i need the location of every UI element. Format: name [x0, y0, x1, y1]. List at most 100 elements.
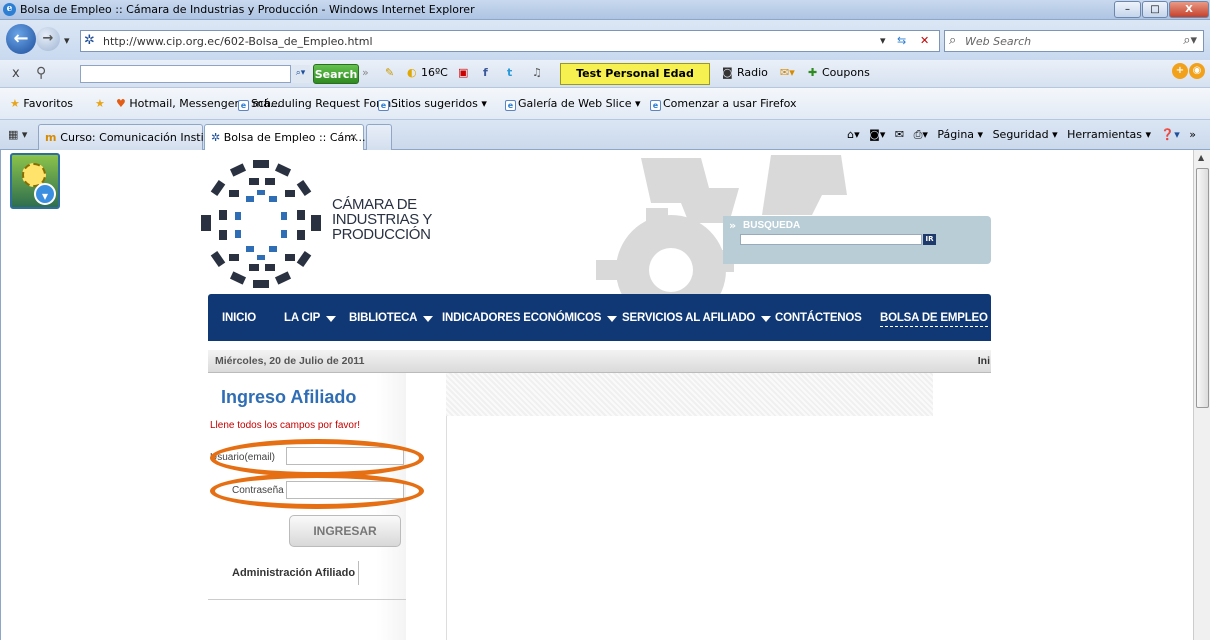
home-icon[interactable]: ⌂▾: [847, 128, 860, 141]
tab-bar: ▦ ▾ m Curso: Comunicación Insti... ✲ Bol…: [0, 120, 1210, 150]
minimize-button[interactable]: –: [1114, 1, 1141, 18]
content-header-strip: [446, 373, 933, 416]
chevron-down-icon: [761, 316, 772, 322]
nav-contactenos[interactable]: CONTÁCTENOS: [775, 312, 862, 324]
back-button[interactable]: ←: [6, 24, 36, 54]
stop-icon[interactable]: ✕: [920, 34, 929, 47]
history-dropdown-icon[interactable]: ▾: [64, 34, 70, 47]
twitter-icon[interactable]: t: [507, 66, 512, 79]
safety-menu[interactable]: Seguridad ▾: [993, 128, 1058, 141]
toolbar-search-dropdown-icon[interactable]: ⌕▾: [290, 65, 310, 83]
tab-curso-icon: m: [45, 131, 61, 144]
coupons-icon: ✚: [808, 66, 818, 79]
quick-tabs-icon[interactable]: ▦ ▾: [8, 128, 27, 141]
login-message: Llene todos los campos por favor!: [210, 420, 361, 431]
nav-biblioteca-label: BIBLIOTECA: [349, 312, 418, 324]
logo-line-2: INDUSTRIAS Y: [332, 211, 432, 228]
maximize-button[interactable]: □: [1142, 1, 1168, 18]
ie-page-icon: e: [238, 100, 249, 111]
browser-window: e Bolsa de Empleo :: Cámara de Industria…: [0, 0, 1210, 640]
chevron-down-icon: [607, 316, 618, 322]
search-go-icon[interactable]: ⌕▾: [1183, 33, 1197, 48]
feeds-icon[interactable]: ◙▾: [869, 128, 885, 141]
youtube-icon[interactable]: ▣: [458, 66, 468, 79]
site-search-panel: » BUSQUEDA IR: [723, 216, 991, 264]
chevron-down-icon: [326, 316, 337, 322]
tab-curso-label: Curso: Comunicación Insti...: [60, 131, 215, 144]
ingresar-button[interactable]: INGRESAR: [289, 515, 401, 547]
fav-firefox-label: Comenzar a usar Firefox: [663, 97, 797, 110]
current-date: Miércoles, 20 de Julio de 2011: [215, 355, 365, 367]
site-search-button[interactable]: IR: [923, 234, 936, 245]
scroll-up-icon[interactable]: ▲: [1198, 153, 1204, 162]
tools-menu[interactable]: Herramientas ▾: [1067, 128, 1151, 141]
coupons-button[interactable]: Coupons: [822, 66, 870, 79]
mail-icon[interactable]: ✉▾: [780, 66, 795, 79]
search-placeholder: Web Search: [965, 35, 1032, 48]
nav-inicio[interactable]: INICIO: [222, 312, 256, 324]
address-input[interactable]: ✲ http://www.cip.org.ec/602-Bolsa_de_Emp…: [80, 30, 940, 52]
search-provider-icon: ⌕: [949, 33, 957, 48]
favorites-bar: ★ Favoritos ★ ♥ Hotmail, Messenger y má.…: [0, 88, 1210, 120]
admin-afiliado-link[interactable]: Administración Afiliado: [232, 567, 355, 579]
toolbar-search-input[interactable]: [80, 65, 310, 83]
fav-firefox[interactable]: e Comenzar a usar Firefox: [650, 97, 797, 111]
highlight-icon[interactable]: ✎: [385, 66, 394, 79]
toolbar-search-button[interactable]: Search: [313, 64, 359, 84]
divider: [358, 561, 359, 585]
address-dropdown-icon[interactable]: ▾: [880, 34, 886, 47]
msn-icon: ♥: [116, 97, 126, 110]
scroll-thumb[interactable]: [1196, 168, 1209, 408]
cip-logo-text: CÁMARA DE INDUSTRIAS Y PRODUCCIÓN: [332, 197, 432, 242]
annotation-ellipse-password: [210, 473, 424, 509]
test-personal-button[interactable]: Test Personal Edad Corporal: [560, 63, 710, 100]
tab-close-icon[interactable]: x: [350, 130, 357, 143]
weather-text[interactable]: 16ºC: [421, 66, 448, 79]
fav-sitios[interactable]: e Sitios sugeridos ▾: [378, 97, 487, 111]
nav-bolsa-de-empleo[interactable]: BOLSA DE EMPLEO: [880, 312, 988, 327]
page-menu[interactable]: Página ▾: [937, 128, 983, 141]
favorites-label: Favoritos: [23, 97, 74, 110]
date-bar: Miércoles, 20 de Julio de 2011 Ini: [208, 350, 991, 373]
ie-webslice-icon: e: [505, 100, 516, 111]
web-search-input[interactable]: ⌕ Web Search ⌕▾: [944, 30, 1204, 52]
read-mail-icon[interactable]: ✉: [895, 128, 904, 141]
search-arrow-icon: »: [729, 219, 737, 232]
nav-servicios-label: SERVICIOS AL AFILIADO: [622, 312, 756, 324]
close-toolbar-icon[interactable]: x: [12, 66, 20, 81]
nav-biblioteca[interactable]: BIBLIOTECA: [349, 312, 434, 324]
vertical-scrollbar[interactable]: ▲: [1193, 150, 1210, 640]
toolbar-options-icon[interactable]: + ◉: [1172, 63, 1206, 85]
gadget-addon-icon[interactable]: ▾: [10, 153, 60, 209]
print-icon[interactable]: ⎙▾: [914, 128, 928, 141]
refresh-icon[interactable]: ⇆: [897, 34, 906, 47]
fav-webslice[interactable]: e Galería de Web Slice ▾: [505, 97, 641, 111]
nav-servicios[interactable]: SERVICIOS AL AFILIADO: [622, 312, 772, 324]
more-commands-icon[interactable]: »: [1189, 128, 1196, 141]
add-favorite-icon[interactable]: ★: [95, 97, 105, 110]
cip-logo-icon: [201, 160, 321, 288]
tab-curso[interactable]: m Curso: Comunicación Insti...: [38, 124, 214, 150]
nav-indicadores[interactable]: INDICADORES ECONÓMICOS: [442, 312, 618, 324]
nav-la-cip[interactable]: LA CIP: [284, 312, 337, 324]
radio-icon: ◙: [722, 66, 733, 79]
new-tab-button[interactable]: [366, 124, 392, 150]
site-search-input[interactable]: [740, 234, 922, 245]
favorites-star-icon: ★: [10, 97, 20, 110]
site-favicon-icon: ✲: [84, 33, 95, 48]
weather-icon: ◐: [407, 66, 417, 79]
help-icon[interactable]: ❓▾: [1161, 128, 1180, 141]
radio-button[interactable]: Radio: [737, 66, 768, 79]
toolbar-more-icon[interactable]: »: [362, 66, 369, 79]
close-button[interactable]: X: [1169, 1, 1209, 18]
facebook-icon[interactable]: f: [483, 66, 488, 79]
site-search-label: BUSQUEDA: [743, 220, 801, 231]
forward-button[interactable]: →: [36, 27, 60, 51]
divider: [208, 599, 406, 600]
command-bar: ⌂▾ ◙▾ ✉ ⎙▾ Página ▾ Seguridad ▾ Herramie…: [841, 128, 1196, 142]
favorites-button[interactable]: ★ Favoritos: [10, 97, 73, 110]
address-bar-row: ← → ▾ ✲ http://www.cip.org.ec/602-Bolsa_…: [0, 20, 1210, 60]
tab-bolsa-empleo[interactable]: ✲ Bolsa de Empleo :: Cám... x: [204, 124, 366, 150]
sound-icon[interactable]: ♫: [532, 66, 542, 79]
date-bar-right-text[interactable]: Ini: [978, 355, 990, 367]
